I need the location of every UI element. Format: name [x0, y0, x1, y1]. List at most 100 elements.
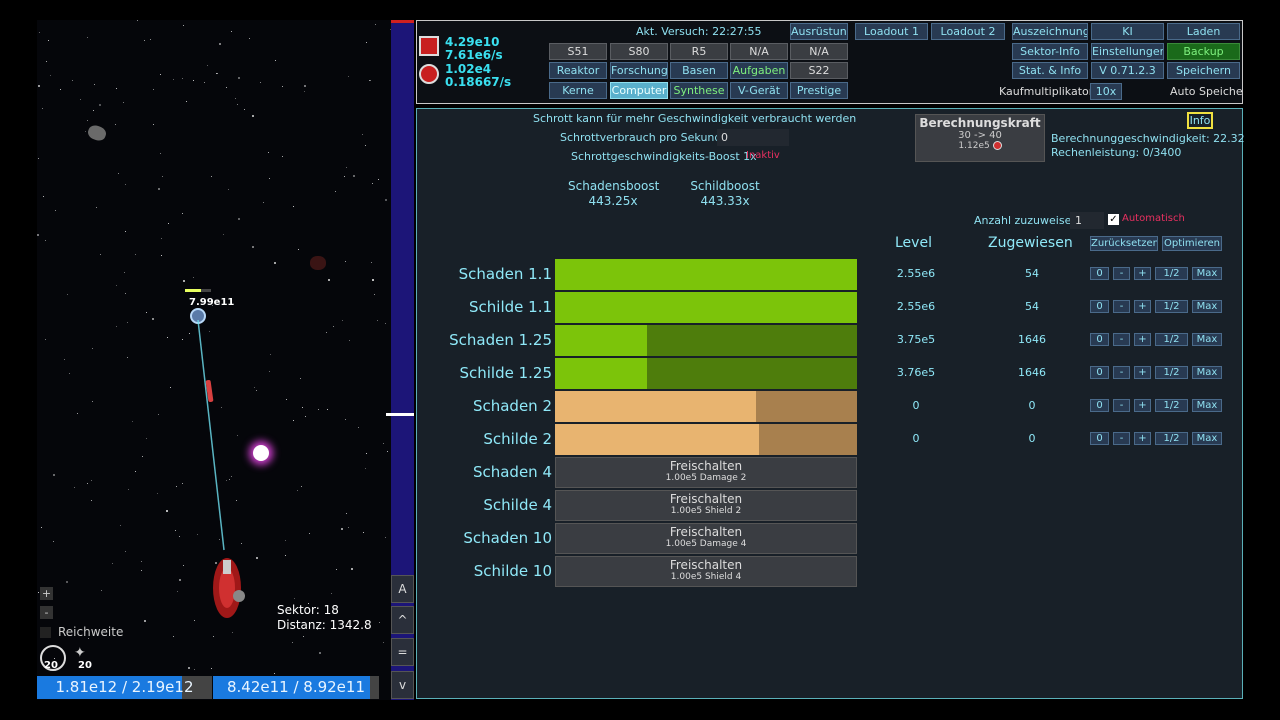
star [235, 98, 236, 99]
unlock-button[interactable]: Freischalten 1.00e5 Shield 4 [555, 556, 857, 587]
save-button[interactable]: Speichern [1167, 62, 1240, 79]
nav-aufgaben[interactable]: Aufgaben [730, 62, 788, 79]
star [345, 261, 346, 262]
settings-button[interactable]: Einstellungen [1091, 43, 1164, 60]
assign-count-input[interactable]: 1 [1070, 212, 1104, 229]
star [177, 591, 178, 592]
auto-save-label[interactable]: Auto Speichern [1170, 85, 1242, 98]
range-toggle[interactable] [40, 627, 51, 638]
nav-prestige[interactable]: Prestige [790, 82, 848, 99]
awards-button[interactable]: Auszeichnung [1012, 23, 1088, 40]
star [244, 109, 245, 110]
star [162, 176, 163, 177]
star [249, 38, 250, 39]
star [67, 294, 68, 295]
half-button[interactable]: 1/2 [1155, 399, 1188, 412]
side-button-up[interactable]: ^ [391, 606, 414, 634]
satellite-icon: ✦ [74, 645, 86, 661]
star [351, 568, 353, 570]
ai-button[interactable]: KI [1091, 23, 1164, 40]
stats-info-button[interactable]: Stat. & Info [1012, 62, 1088, 79]
side-button-a[interactable]: A [391, 575, 414, 603]
star [193, 277, 194, 278]
compute-power-upgrade[interactable]: Berechnungskraft 30 -> 40 1.12e5 [915, 114, 1045, 162]
decrement-button[interactable]: - [1113, 267, 1130, 280]
sector-info-button[interactable]: Sektor-Info [1012, 43, 1088, 60]
loadout-1-button[interactable]: Loadout 1 [855, 23, 928, 40]
half-button[interactable]: 1/2 [1155, 267, 1188, 280]
star [173, 79, 174, 80]
load-button[interactable]: Laden [1167, 23, 1240, 40]
decrement-button[interactable]: - [1113, 432, 1130, 445]
half-button[interactable]: 1/2 [1155, 366, 1188, 379]
player-ship[interactable] [205, 548, 253, 624]
max-button[interactable]: Max [1192, 399, 1222, 412]
max-button[interactable]: Max [1192, 300, 1222, 313]
optimize-button[interactable]: Optimieren [1162, 236, 1222, 251]
star [80, 99, 81, 100]
star [238, 77, 240, 79]
nav-basen[interactable]: Basen [670, 62, 728, 79]
unlock-button[interactable]: Freischalten 1.00e5 Damage 2 [555, 457, 857, 488]
nav-computer[interactable]: Computer [610, 82, 668, 99]
increment-button[interactable]: + [1134, 432, 1151, 445]
decrement-button[interactable]: - [1113, 300, 1130, 313]
half-button[interactable]: 1/2 [1155, 333, 1188, 346]
set-zero-button[interactable]: 0 [1090, 366, 1109, 379]
set-zero-button[interactable]: 0 [1090, 333, 1109, 346]
increment-button[interactable]: + [1134, 300, 1151, 313]
max-button[interactable]: Max [1192, 432, 1222, 445]
reset-button[interactable]: Zurücksetzen [1090, 236, 1158, 251]
decrement-button[interactable]: - [1113, 333, 1130, 346]
nav-s22[interactable]: S22 [790, 62, 848, 79]
unlock-cost: 1.00e5 Damage 2 [665, 473, 747, 483]
star [116, 285, 117, 286]
star [127, 357, 128, 358]
increment-button[interactable]: + [1134, 366, 1151, 379]
row-label: Schilde 1.1 [469, 298, 552, 316]
nav-forschung[interactable]: Forschung [610, 62, 668, 79]
max-button[interactable]: Max [1192, 333, 1222, 346]
scrap-per-second-input[interactable]: 0 [717, 129, 789, 146]
info-button[interactable]: Info [1187, 112, 1213, 129]
zoom-out-button[interactable]: - [40, 606, 53, 619]
star [127, 322, 128, 323]
half-button[interactable]: 1/2 [1155, 300, 1188, 313]
star [183, 280, 185, 282]
star [179, 579, 181, 581]
set-zero-button[interactable]: 0 [1090, 432, 1109, 445]
equipment-button[interactable]: Ausrüstung [790, 23, 848, 40]
star [38, 158, 39, 159]
damage-boost-label: Schadensboost [568, 179, 660, 193]
unlock-button[interactable]: Freischalten 1.00e5 Shield 2 [555, 490, 857, 521]
set-zero-button[interactable]: 0 [1090, 267, 1109, 280]
backup-button[interactable]: Backup [1167, 43, 1240, 60]
zoom-in-button[interactable]: + [40, 587, 53, 600]
nav-synthese[interactable]: Synthese [670, 82, 728, 99]
increment-button[interactable]: + [1134, 267, 1151, 280]
nav-reaktor[interactable]: Reaktor [549, 62, 607, 79]
nav-kerne[interactable]: Kerne [549, 82, 607, 99]
max-button[interactable]: Max [1192, 267, 1222, 280]
unlock-button[interactable]: Freischalten 1.00e5 Damage 4 [555, 523, 857, 554]
buy-multiplier-button[interactable]: 10x [1090, 83, 1122, 100]
set-zero-button[interactable]: 0 [1090, 399, 1109, 412]
star [372, 279, 374, 281]
decrement-button[interactable]: - [1113, 399, 1130, 412]
version-button[interactable]: V 0.71.2.3 [1091, 62, 1164, 79]
nav-v-geraet[interactable]: V-Gerät [730, 82, 788, 99]
side-button-down[interactable]: v [391, 671, 414, 699]
max-button[interactable]: Max [1192, 366, 1222, 379]
star [345, 419, 346, 420]
loadout-2-button[interactable]: Loadout 2 [931, 23, 1005, 40]
side-button-equal[interactable]: = [391, 638, 414, 666]
star [87, 37, 88, 38]
star [124, 272, 125, 273]
increment-button[interactable]: + [1134, 333, 1151, 346]
half-button[interactable]: 1/2 [1155, 432, 1188, 445]
decrement-button[interactable]: - [1113, 366, 1130, 379]
set-zero-button[interactable]: 0 [1090, 300, 1109, 313]
automatic-checkbox[interactable]: ✓ [1108, 214, 1119, 225]
increment-button[interactable]: + [1134, 399, 1151, 412]
compute-speed: Berechnunggeschwindigkeit: 22.32 [1051, 132, 1245, 145]
